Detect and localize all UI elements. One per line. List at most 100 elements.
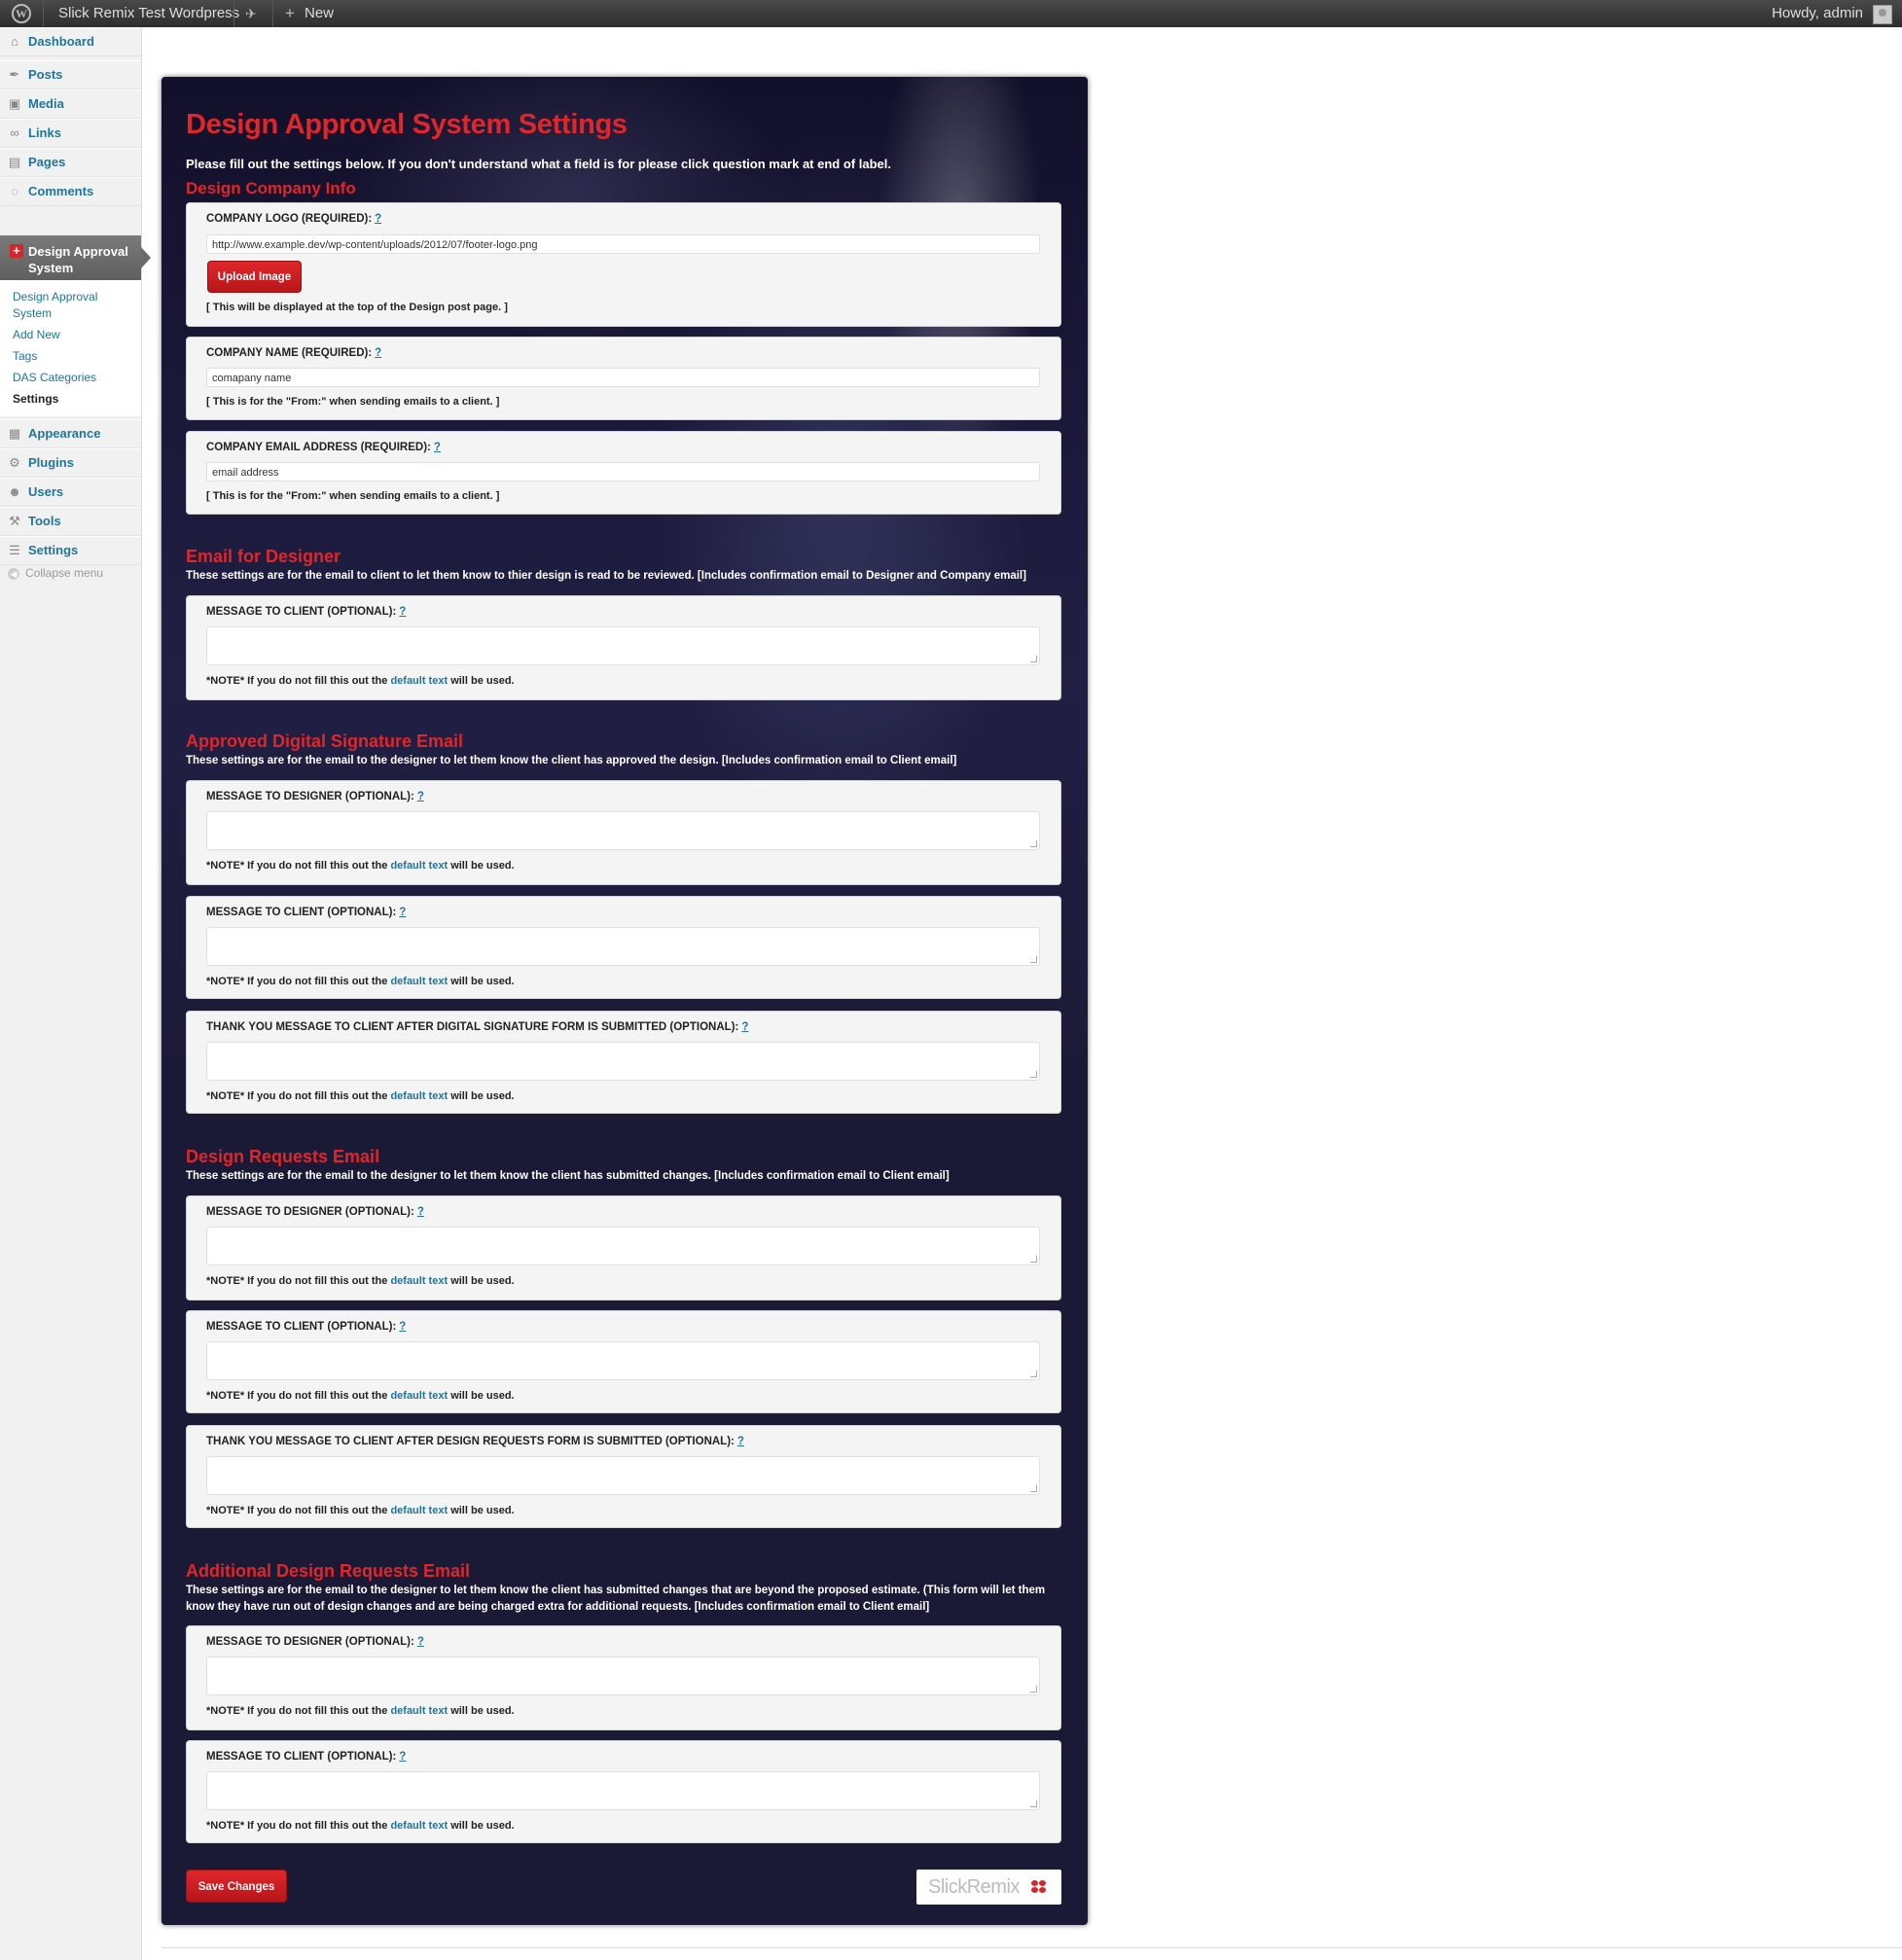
- message-textarea[interactable]: [206, 927, 1040, 966]
- message-textarea[interactable]: [206, 1227, 1040, 1265]
- save-changes-button[interactable]: Save Changes: [186, 1870, 287, 1903]
- sidebar-item-settings[interactable]: ☰ Settings: [0, 536, 141, 565]
- sidebar-item-label: Settings: [28, 543, 79, 557]
- message-textarea[interactable]: [206, 811, 1040, 850]
- section-title-approved-signature: Approved Digital Signature Email: [186, 731, 464, 751]
- field-label: MESSAGE TO CLIENT (OPTIONAL):?: [206, 1321, 407, 1333]
- pin-icon: ✒: [9, 67, 20, 82]
- design-approval-submenu: Design Approval System Add New Tags DAS …: [0, 280, 141, 416]
- slickremix-mark-icon: [1031, 1880, 1049, 1894]
- sidebar-item-posts[interactable]: ✒ Posts: [0, 60, 141, 89]
- howdy-greeting[interactable]: Howdy, admin: [1772, 0, 1863, 27]
- default-text-note: *NOTE* If you do not fill this out the d…: [206, 860, 515, 872]
- sidebar-item-appearance[interactable]: ▦ Appearance: [0, 419, 141, 448]
- help-question-link[interactable]: ?: [399, 1321, 406, 1333]
- field-label: MESSAGE TO CLIENT (OPTIONAL):?: [206, 1751, 407, 1763]
- message-textarea[interactable]: [206, 1042, 1040, 1081]
- field-label: THANK YOU MESSAGE TO CLIENT AFTER DIGITA…: [206, 1021, 749, 1033]
- default-text-link[interactable]: default text: [390, 1390, 448, 1402]
- sidebar-item-label: Users: [28, 484, 64, 499]
- upload-image-button[interactable]: Upload Image: [207, 261, 302, 293]
- default-text-link[interactable]: default text: [390, 1705, 448, 1717]
- admin-bar: W Slick Remix Test Wordpress ✈ + New How…: [0, 0, 1902, 27]
- default-text-link[interactable]: default text: [390, 675, 448, 687]
- sidebar-item-design-approval-system[interactable]: + Design Approval System: [0, 235, 151, 280]
- message-textarea[interactable]: [206, 1657, 1040, 1695]
- default-text-link[interactable]: default text: [390, 1820, 448, 1832]
- help-question-link[interactable]: ?: [375, 347, 381, 359]
- collapse-menu-button[interactable]: ◀ Collapse menu: [8, 566, 103, 580]
- sidebar-item-plugins[interactable]: ⚙ Plugins: [0, 448, 141, 478]
- message-textarea[interactable]: [206, 1771, 1040, 1810]
- help-question-link[interactable]: ?: [399, 907, 406, 918]
- default-text-link[interactable]: default text: [390, 1275, 448, 1287]
- field-label: THANK YOU MESSAGE TO CLIENT AFTER DESIGN…: [206, 1436, 744, 1447]
- section-title-company: Design Company Info: [186, 179, 356, 197]
- plus-icon[interactable]: +: [285, 0, 295, 27]
- submenu-tags[interactable]: Tags: [13, 348, 134, 365]
- help-question-link[interactable]: ?: [434, 442, 441, 453]
- company-name-help: [ This is for the "From:" when sending e…: [206, 396, 500, 408]
- slickremix-logo[interactable]: SlickRemix: [916, 1870, 1061, 1905]
- submenu-design-approval-system[interactable]: Design Approval System: [13, 289, 134, 322]
- new-content-link[interactable]: New: [305, 0, 334, 27]
- section-title-email-for-designer: Email for Designer: [186, 547, 341, 566]
- link-icon: ∞: [10, 125, 19, 140]
- sidebar-item-users[interactable]: ☻ Users: [0, 478, 141, 507]
- approved-message-to-designer-box: MESSAGE TO DESIGNER (OPTIONAL):? *NOTE* …: [186, 780, 1061, 885]
- help-question-link[interactable]: ?: [375, 213, 381, 225]
- section-desc-approved-signature: These settings are for the email to the …: [186, 755, 957, 766]
- dashboard-icon: ⌂: [11, 34, 18, 49]
- company-email-input[interactable]: email address: [206, 462, 1040, 481]
- help-question-link[interactable]: ?: [417, 1636, 424, 1648]
- submenu-das-categories[interactable]: DAS Categories: [13, 370, 134, 386]
- sidebar-item-comments[interactable]: ◌ Comments: [0, 177, 141, 206]
- additional-message-to-designer-box: MESSAGE TO DESIGNER (OPTIONAL):? *NOTE* …: [186, 1625, 1061, 1730]
- help-question-link[interactable]: ?: [737, 1436, 744, 1447]
- company-name-input[interactable]: comapany name: [206, 368, 1040, 387]
- company-email-help: [ This is for the "From:" when sending e…: [206, 490, 500, 502]
- section-desc-email-for-designer: These settings are for the email to clie…: [186, 570, 1026, 582]
- help-question-link[interactable]: ?: [399, 606, 406, 618]
- sidebar-item-label: Media: [28, 96, 64, 111]
- field-label: MESSAGE TO DESIGNER (OPTIONAL):?: [206, 1636, 424, 1648]
- submenu-add-new[interactable]: Add New: [13, 327, 134, 343]
- page-title: Design Approval System Settings: [186, 109, 628, 140]
- sidebar-item-dashboard[interactable]: ⌂ Dashboard: [0, 27, 141, 56]
- sidebar-item-links[interactable]: ∞ Links: [0, 119, 141, 148]
- submenu-settings[interactable]: Settings: [13, 391, 134, 408]
- settings-icon: ☰: [9, 543, 20, 557]
- appearance-icon: ▦: [8, 426, 21, 441]
- page-intro: Please fill out the settings below. If y…: [186, 157, 891, 171]
- footer-divider: [161, 1947, 1902, 1948]
- message-textarea[interactable]: [206, 626, 1040, 665]
- wordpress-logo-icon[interactable]: W: [12, 4, 31, 23]
- help-question-link[interactable]: ?: [741, 1021, 748, 1033]
- sidebar-item-pages[interactable]: ▤ Pages: [0, 148, 141, 177]
- media-icon: ▣: [8, 96, 21, 111]
- pages-icon: ▤: [8, 155, 21, 169]
- sidebar-item-label: Appearance: [28, 426, 101, 441]
- default-text-link[interactable]: default text: [390, 976, 448, 987]
- company-logo-input[interactable]: http://www.example.dev/wp-content/upload…: [206, 234, 1040, 254]
- sidebar-item-tools[interactable]: ⚒ Tools: [0, 507, 141, 536]
- requests-message-to-designer-box: MESSAGE TO DESIGNER (OPTIONAL):? *NOTE* …: [186, 1195, 1061, 1301]
- approved-thank-you-box: THANK YOU MESSAGE TO CLIENT AFTER DIGITA…: [186, 1011, 1061, 1114]
- default-text-link[interactable]: default text: [390, 1090, 448, 1102]
- avatar[interactable]: [1873, 5, 1892, 24]
- default-text-note: *NOTE* If you do not fill this out the d…: [206, 976, 515, 987]
- company-email-label: COMPANY EMAIL ADDRESS (REQUIRED):?: [206, 442, 441, 453]
- adminbar-divider: [272, 0, 273, 27]
- field-label: MESSAGE TO CLIENT (OPTIONAL):?: [206, 907, 407, 918]
- message-textarea[interactable]: [206, 1456, 1040, 1495]
- message-textarea[interactable]: [206, 1341, 1040, 1380]
- section-desc-design-requests: These settings are for the email to the …: [186, 1170, 950, 1182]
- help-question-link[interactable]: ?: [417, 791, 424, 802]
- sidebar-item-media[interactable]: ▣ Media: [0, 89, 141, 119]
- default-text-link[interactable]: default text: [390, 860, 448, 872]
- site-name-link[interactable]: Slick Remix Test Wordpress: [58, 0, 239, 27]
- default-text-link[interactable]: default text: [390, 1505, 448, 1516]
- comments-icon[interactable]: ✈: [245, 0, 257, 27]
- help-question-link[interactable]: ?: [417, 1206, 424, 1218]
- help-question-link[interactable]: ?: [399, 1751, 406, 1763]
